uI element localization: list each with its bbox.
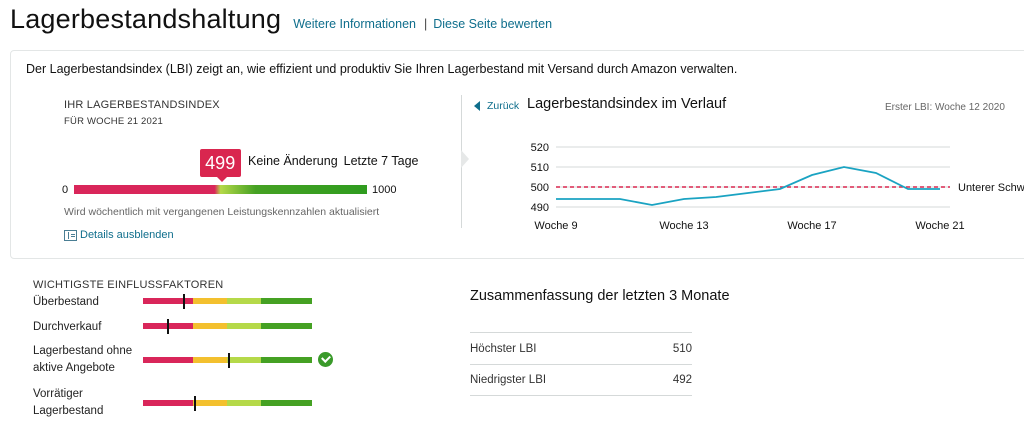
intro-text: Der Lagerbestandsindex (LBI) zeigt an, w… <box>26 62 738 76</box>
factor-bar-segment <box>261 323 312 329</box>
header-links: Weitere Informationen | Diese Seite bewert… <box>293 17 552 31</box>
back-label: Zurück <box>487 100 520 112</box>
factor-bar-segment <box>143 298 193 304</box>
factor-bar-segment <box>227 323 261 329</box>
factor-bar-segment <box>227 298 261 304</box>
more-info-link[interactable]: Weitere Informationen <box>293 17 416 31</box>
lbi-change: Keine Änderung Letzte 7 Tage <box>248 154 425 168</box>
summary-value: 510 <box>672 342 692 355</box>
y-tick-label: 510 <box>531 162 549 174</box>
x-tick-label: Woche 9 <box>534 220 577 232</box>
factor-bar <box>143 298 312 304</box>
factor-bar <box>143 400 312 406</box>
factor-marker <box>228 353 231 368</box>
factor-label: Lagerbestand ohne aktive Angebote <box>33 345 133 374</box>
y-tick-label: 520 <box>531 142 549 154</box>
threshold-label: Unterer Schw <box>958 182 1024 194</box>
x-tick-label: Woche 21 <box>915 220 964 232</box>
lbi-change-period: Letzte 7 Tage <box>343 154 419 168</box>
page-header: Lagerbestandshaltung Weitere Information… <box>10 4 552 40</box>
page-title: Lagerbestandshaltung <box>10 4 282 34</box>
factor-bar-segment <box>193 298 227 304</box>
divider-arrow-icon <box>461 150 469 168</box>
hide-details-label: Details ausblenden <box>80 229 174 241</box>
factor-marker <box>194 396 197 411</box>
summary-value: 492 <box>672 374 692 386</box>
check-circle-icon <box>318 352 333 367</box>
factor-bar-segment <box>227 357 261 363</box>
factor-bar-segment <box>261 400 312 406</box>
lbi-scale-max: 1000 <box>372 184 397 196</box>
lbi-title: IHR LAGERBESTANDSINDEX <box>64 99 220 111</box>
summary-label: Niedrigster LBI <box>470 374 547 386</box>
first-lbi-note: Erster LBI: Woche 12 2020 <box>885 102 1005 113</box>
factor-bar-segment <box>193 400 227 406</box>
factor-bar-segment <box>227 400 261 406</box>
lbi-week: FÜR WOCHE 21 2021 <box>64 116 163 127</box>
back-arrow-icon <box>474 101 480 111</box>
factor-bar-segment <box>193 323 227 329</box>
back-link[interactable]: Zurück <box>474 100 519 112</box>
summary-row: Höchster LBI 510 <box>470 332 692 364</box>
factor-bar-segment <box>143 400 193 406</box>
hide-details-link[interactable]: Details ausblenden <box>64 229 174 241</box>
factor-label: Überbestand <box>33 296 99 308</box>
summary-title: Zusammenfassung der letzten 3 Monate <box>470 288 730 304</box>
factor-marker <box>167 319 170 334</box>
factor-marker <box>182 294 185 309</box>
update-note: Wird wöchentlich mit vergangenen Leistun… <box>64 206 380 218</box>
lbi-change-text: Keine Änderung <box>248 154 338 168</box>
lbi-scale-bar <box>74 185 367 194</box>
x-tick-label: Woche 13 <box>659 220 708 232</box>
link-separator: | <box>423 17 428 31</box>
details-panel-icon <box>64 229 77 241</box>
factors-title: WICHTIGSTE EINFLUSSFAKTOREN <box>33 279 224 291</box>
x-tick-label: Woche 17 <box>787 220 836 232</box>
summary-label: Höchster LBI <box>470 342 537 355</box>
chart-title: Lagerbestandsindex im Verlauf <box>527 96 727 112</box>
lbi-value-badge: 499 <box>199 149 241 182</box>
y-tick-label: 490 <box>531 202 549 214</box>
summary-row: Niedrigster LBI 492 <box>470 364 692 396</box>
factor-label: Durchverkauf <box>33 321 102 333</box>
y-tick-label: 500 <box>531 182 549 194</box>
lbi-history-chart: 490 500 510 520 Unterer Schw Woche 9 Woche 13 W… <box>531 142 1024 232</box>
factor-bar-segment <box>143 357 193 363</box>
factor-bar-segment <box>261 357 312 363</box>
factor-bar-segment <box>261 298 312 304</box>
lbi-series-line <box>556 166 940 206</box>
factor-bar-segment <box>193 357 227 363</box>
rate-page-link[interactable]: Diese Seite bewerten <box>433 17 552 31</box>
lbi-scale-min: 0 <box>62 184 69 196</box>
factor-label: Vorrätiger Lagerbestand <box>33 388 104 417</box>
